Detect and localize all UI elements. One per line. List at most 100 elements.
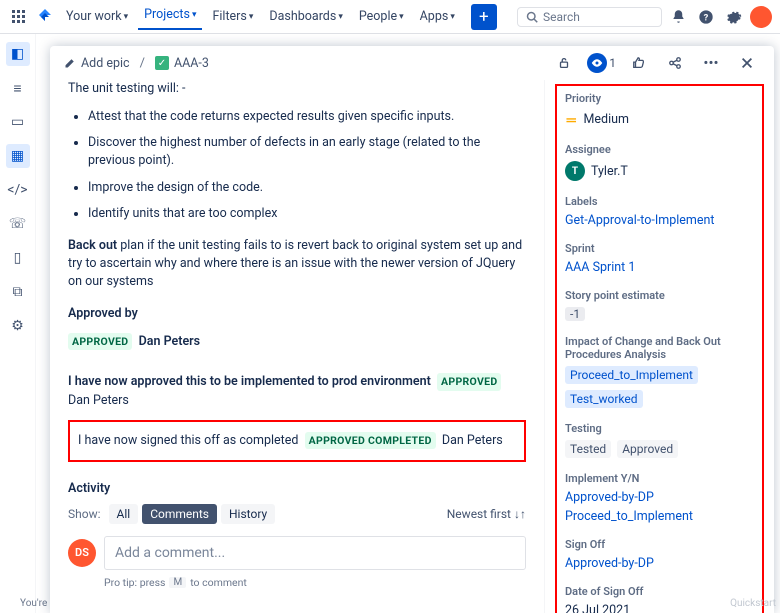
implement-val-1[interactable]: Approved-by-DP — [565, 490, 654, 505]
signed-off-highlight: I have now signed this off as completed … — [68, 420, 526, 462]
sidebar-pages-icon[interactable]: ▯ — [6, 246, 30, 270]
tab-all[interactable]: All — [109, 504, 139, 524]
bullet-item: Improve the design of the code. — [88, 179, 526, 197]
field-sprint[interactable]: Sprint AAA Sprint 1 — [565, 242, 754, 275]
field-impact[interactable]: Impact of Change and Back Out Procedures… — [565, 335, 754, 408]
approved-lozenge: APPROVED — [437, 373, 501, 390]
app-switcher-icon[interactable] — [8, 6, 30, 28]
signed-text: I have now signed this off as completed — [78, 433, 298, 448]
comment-input[interactable]: Add a comment... — [104, 536, 526, 570]
search-icon — [526, 11, 538, 23]
sidebar-call-icon[interactable]: ☏ — [6, 212, 30, 236]
backout-label: Back out — [68, 238, 117, 253]
settings-icon[interactable] — [722, 5, 746, 29]
protip-key: M — [169, 577, 186, 588]
storypoints-label: Story point estimate — [565, 289, 754, 302]
field-testing[interactable]: Testing Tested Approved — [565, 422, 754, 458]
labels-value[interactable]: Get-Approval-to-Implement — [565, 213, 714, 228]
nav-people-label: People — [359, 9, 397, 24]
search-input[interactable]: Search — [517, 7, 662, 27]
sidebar-board-icon[interactable]: ▦ — [6, 144, 30, 168]
sidebar-roadmap-icon[interactable]: ◧ — [6, 42, 30, 66]
notifications-icon[interactable] — [666, 5, 690, 29]
quickstart-label[interactable]: Quickstart — [730, 598, 776, 609]
approved-lozenge: APPROVED — [68, 333, 132, 350]
jira-logo-icon[interactable] — [34, 6, 56, 28]
tab-history[interactable]: History — [221, 504, 275, 524]
issue-key-link[interactable]: ✓ AAA-3 — [155, 56, 209, 71]
nav-people[interactable]: People▾ — [353, 5, 410, 28]
add-epic-button[interactable]: Add epic — [64, 56, 130, 71]
impl-line-name: Dan Peters — [68, 393, 129, 408]
sidebar-backlog-icon[interactable]: ≡ — [6, 76, 30, 100]
close-icon[interactable] — [734, 50, 760, 76]
sprint-value[interactable]: AAA Sprint 1 — [565, 260, 635, 275]
issue-modal: Add epic / ✓ AAA-3 1 ••• The unit testin… — [50, 46, 774, 613]
impl-line-text: I have now approved this to be implement… — [68, 374, 431, 389]
field-assignee[interactable]: Assignee TTyler.T — [565, 143, 754, 181]
nav-dashboards-label: Dashboards — [269, 9, 336, 24]
backout-paragraph: Back out plan if the unit testing fails … — [68, 237, 526, 291]
create-button[interactable]: + — [471, 4, 497, 30]
help-icon[interactable]: ? — [694, 5, 718, 29]
implement-val-2[interactable]: Proceed_to_Implement — [565, 509, 693, 524]
field-priority[interactable]: Priority ＝ Medium — [565, 92, 754, 129]
assignee-label: Assignee — [565, 143, 754, 156]
nav-dashboards[interactable]: Dashboards▾ — [263, 5, 348, 28]
implement-label: Implement Y/N — [565, 472, 754, 485]
bullet-item: Identify units that are too complex — [88, 205, 526, 223]
watch-button[interactable]: 1 — [587, 53, 616, 73]
approved-completed-lozenge: APPROVED COMPLETED — [305, 432, 436, 449]
datesignoff-label: Date of Sign Off — [565, 585, 754, 598]
watch-count: 1 — [609, 56, 616, 70]
testing-label: Testing — [565, 422, 754, 435]
user-avatar[interactable] — [750, 6, 772, 28]
datesignoff-value: 26 Jul 2021 — [565, 603, 630, 613]
nav-your-work[interactable]: Your work▾ — [60, 5, 134, 28]
lock-icon[interactable] — [551, 50, 577, 76]
field-signoff[interactable]: Sign Off Approved-by-DP — [565, 538, 754, 571]
signoff-label: Sign Off — [565, 538, 754, 551]
svg-text:?: ? — [704, 12, 709, 23]
tab-comments[interactable]: Comments — [142, 504, 217, 524]
field-labels[interactable]: Labels Get-Approval-to-Implement — [565, 195, 754, 228]
nav-filters[interactable]: Filters▾ — [206, 5, 259, 28]
more-icon[interactable]: ••• — [698, 50, 724, 76]
story-type-icon: ✓ — [155, 56, 169, 70]
priority-medium-icon: ＝ — [565, 110, 578, 129]
issue-details-panel: Priority ＝ Medium Assignee TTyler.T Label… — [544, 80, 774, 613]
impact-label: Impact of Change and Back Out Procedures… — [565, 335, 754, 361]
desc-intro: The unit testing will: - — [68, 80, 526, 98]
like-icon[interactable] — [626, 50, 652, 76]
priority-value: Medium — [584, 112, 629, 127]
sort-newest-first[interactable]: Newest first ↓↑ — [447, 507, 526, 521]
nav-apps[interactable]: Apps▾ — [414, 5, 461, 28]
field-story-points[interactable]: Story point estimate -1 — [565, 289, 754, 321]
signed-row: I have now signed this off as completed … — [78, 432, 516, 450]
search-placeholder: Search — [543, 10, 580, 24]
sidebar-add-icon[interactable]: ⧉ — [6, 280, 30, 304]
activity-heading: Activity — [68, 480, 526, 498]
impact-chip-1[interactable]: Proceed_to_Implement — [565, 366, 698, 384]
approved-by-label: Approved by — [68, 305, 526, 323]
field-implement[interactable]: Implement Y/N Approved-by-DP Proceed_to_… — [565, 472, 754, 524]
bullet-item: Discover the highest number of defects i… — [88, 134, 526, 170]
signed-name: Dan Peters — [442, 433, 503, 448]
sidebar-settings-icon[interactable]: ⚙ — [6, 314, 30, 338]
nav-projects[interactable]: Projects▾ — [138, 3, 202, 30]
backout-text: plan if the unit testing fails to is rev… — [68, 238, 522, 289]
sort-icon: ↓↑ — [514, 507, 526, 521]
priority-label: Priority — [565, 92, 754, 105]
add-epic-label: Add epic — [81, 56, 130, 71]
signoff-value[interactable]: Approved-by-DP — [565, 556, 654, 571]
sidebar-archive-icon[interactable]: ▭ — [6, 110, 30, 134]
issue-main-content: The unit testing will: - Attest that the… — [50, 80, 544, 613]
current-user-avatar: DS — [68, 539, 96, 567]
field-date-signoff[interactable]: Date of Sign Off 26 Jul 2021 — [565, 585, 754, 613]
sidebar-code-icon[interactable]: </> — [6, 178, 30, 202]
activity-show-label: Show: — [68, 507, 101, 521]
chevron-down-icon: ▾ — [338, 12, 343, 22]
impact-chip-2[interactable]: Test_worked — [565, 390, 643, 408]
chevron-down-icon: ▾ — [249, 12, 254, 22]
share-icon[interactable] — [662, 50, 688, 76]
